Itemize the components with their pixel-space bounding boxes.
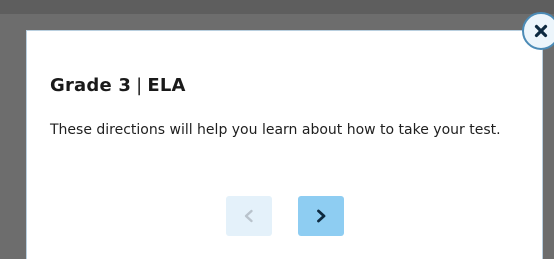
backdrop-top-strip [0, 0, 554, 14]
chevron-right-icon [317, 209, 326, 223]
chevron-left-icon [244, 209, 253, 223]
close-icon [534, 24, 548, 38]
title-separator: | [136, 75, 143, 96]
title-subject: ELA [147, 75, 186, 96]
dialog-title: Grade 3 | ELA [50, 75, 186, 96]
previous-page-button[interactable] [226, 196, 272, 236]
directions-dialog: Grade 3 | ELA These directions will help y… [26, 30, 543, 259]
title-grade: Grade 3 [50, 75, 132, 96]
next-page-button[interactable] [298, 196, 344, 236]
close-dialog-button[interactable] [522, 12, 554, 50]
dialog-body-text: These directions will help you learn abo… [50, 122, 501, 138]
